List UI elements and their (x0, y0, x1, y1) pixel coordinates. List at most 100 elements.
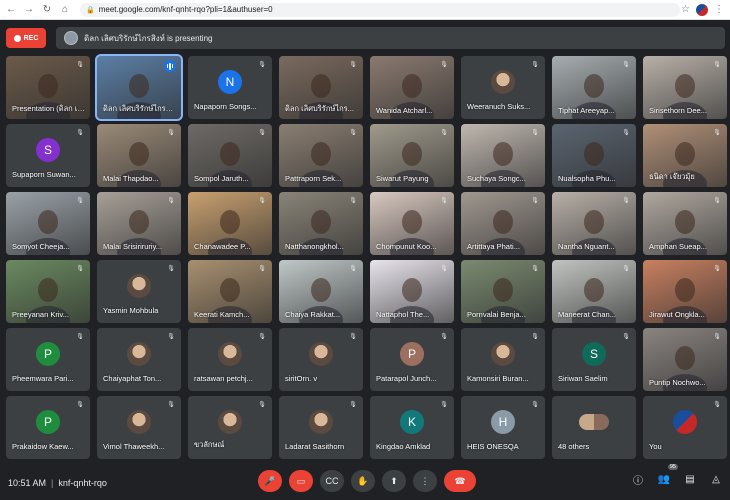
participant-tile[interactable]: 🎙 Tiphat Areeyap... (552, 56, 636, 119)
participant-tile[interactable]: 🎙 Natthanongkhol... (279, 192, 363, 255)
participant-tile[interactable]: 🎙 Sirisethorn Dee... (643, 56, 727, 119)
participant-tile[interactable]: 🎙 Nantha Nguant... (552, 192, 636, 255)
present-button[interactable]: ⬆ (382, 470, 406, 492)
participant-tile[interactable]: 🎙 Yasmin Mohbula (97, 260, 181, 323)
home-icon[interactable]: ⌂ (58, 3, 72, 17)
chat-icon: ▤ (685, 473, 695, 485)
participant-name: Nantha Nguant... (558, 242, 615, 251)
participant-tile[interactable]: 🎙 Amphan Sueap... (643, 192, 727, 255)
participant-tile[interactable]: 🎙 Vimol Thaweekh... (97, 396, 181, 459)
participant-name: Pattraporn Sek... (285, 174, 342, 183)
participant-tile[interactable]: 🎙 Siwarut Payung (370, 124, 454, 187)
browser-menu-icon[interactable]: ⋮ (714, 4, 724, 15)
participant-tile[interactable]: P 🎙 Prakaidow Kaew... (6, 396, 90, 459)
participant-tile[interactable]: 🎙 Chanawadee P... (188, 192, 272, 255)
avatar (127, 410, 151, 434)
more-options-button[interactable]: ⋮ (413, 470, 437, 492)
participant-tile[interactable]: 🎙 Wanida Atcharl... (370, 56, 454, 119)
mic-off-icon: 🎤 (264, 475, 276, 486)
mic-muted-icon: 🎙 (76, 334, 84, 340)
bookmark-star-icon[interactable]: ☆ (681, 4, 690, 15)
participant-tile[interactable]: 🎙 Nattaphol The... (370, 260, 454, 323)
participant-tile[interactable]: 🎙 Kamonsiri Buran... (461, 328, 545, 391)
chat-button[interactable]: ▤ (682, 470, 698, 488)
address-bar[interactable]: 🔒 meet.google.com/knf-qnht-rqo?pli=1&aut… (80, 2, 680, 17)
extension-icon[interactable] (696, 3, 708, 16)
mic-muted-icon: 🎙 (167, 402, 175, 408)
participant-tile[interactable]: 🎙 You (643, 396, 727, 459)
participant-tile[interactable]: 🎙 Pornvalai Benja... (461, 260, 545, 323)
participant-tile[interactable]: N 🎙 Napaporn Songs... (188, 56, 272, 119)
avatar: P (36, 410, 60, 434)
mic-off-button[interactable]: 🎤 (258, 470, 282, 492)
more-icon: ⋮ (420, 475, 430, 486)
participant-tile[interactable]: 🎙 Keerati Kamch... (188, 260, 272, 323)
participant-tile[interactable]: 🎙 Ladarat Sasithorn (279, 396, 363, 459)
participant-tile[interactable]: 🎙 Chaiya Rakkat... (279, 260, 363, 323)
participant-tile[interactable]: 🎙 ธนิดา เจ๊ยวมุ้ย (643, 124, 727, 187)
forward-icon[interactable]: → (22, 3, 36, 17)
participant-tile[interactable]: 🎙 Weeranuch Suks... (461, 56, 545, 119)
mic-muted-icon: 🎙 (167, 266, 175, 272)
mic-muted-icon: 🎙 (258, 334, 266, 340)
avatar (309, 342, 333, 366)
participant-name: Malai Srisiriruriy... (103, 242, 163, 251)
leave-call-button[interactable]: ☎ (444, 470, 476, 492)
participant-name: Napaporn Songs... (194, 102, 257, 111)
participant-tile[interactable]: 🎙 Somyot Cheeja... (6, 192, 90, 255)
participant-name: ดิลก เลิศบริรักษ์ไกร... (285, 104, 354, 113)
participant-tile[interactable]: 🎙 Preeyanan Kriv... (6, 260, 90, 323)
mic-muted-icon: 🎙 (622, 334, 630, 340)
speaking-indicator-icon (164, 60, 176, 72)
participant-tile[interactable]: 🎙 ratsawan petchj... (188, 328, 272, 391)
mic-muted-icon: 🎙 (258, 402, 266, 408)
people-button[interactable]: 👥 95 (656, 464, 678, 488)
participant-tile[interactable]: S 🎙 Supaporn Suwan... (6, 124, 90, 187)
participant-tile[interactable]: P 🎙 Pheemwara Pari... (6, 328, 90, 391)
hangup-icon: ☎ (454, 475, 466, 486)
participant-tile[interactable]: 🎙 Nualsopha Phu... (552, 124, 636, 187)
participant-tile[interactable]: H 🎙 HEIS ONESQA (461, 396, 545, 459)
reload-icon[interactable]: ↻ (40, 3, 54, 17)
participant-tile[interactable]: 🎙 Chompunut Koo... (370, 192, 454, 255)
rec-label: REC (23, 34, 39, 42)
participant-tile[interactable]: 🎙 Chaiyaphat Ton... (97, 328, 181, 391)
participant-tile[interactable]: S 🎙 Siriwan Saelim (552, 328, 636, 391)
captions-button[interactable]: CC (320, 470, 344, 492)
participant-tile[interactable]: 🎙 Malai Thapdao... (97, 124, 181, 187)
activities-button[interactable]: ◬ (708, 470, 724, 488)
camera-off-button[interactable]: ▭ (289, 470, 313, 492)
participant-tile[interactable]: 🎙 Malai Srisiriruriy... (97, 192, 181, 255)
participant-name: Maneerat Chan... (558, 310, 616, 319)
participant-tile[interactable]: 🎙 Presentation (ดิลก เลิศบริรักษ์ไกรสิงห์… (6, 56, 90, 119)
info-button[interactable]: ⓘ (630, 470, 646, 488)
mic-muted-icon: 🎙 (167, 198, 175, 204)
participant-tile[interactable]: ดิลก เลิศบริรักษ์ไกรสิงห์ (95, 54, 183, 121)
meeting-code[interactable]: knf-qnht-rqo (58, 478, 107, 488)
back-icon[interactable]: ← (4, 3, 18, 17)
participant-tile[interactable]: 🎙 siritOrn. v (279, 328, 363, 391)
participant-tile[interactable]: 🎙 Jirawut Ongkla... (643, 260, 727, 323)
participant-name: Kingdao Amklad (376, 442, 431, 451)
avatar (673, 410, 697, 434)
participant-tile[interactable]: 48 others (552, 396, 636, 459)
participant-tile[interactable]: 🎙 ขวลักษณ์ (188, 396, 272, 459)
participant-tile[interactable]: 🎙 Sompol Jaruth... (188, 124, 272, 187)
participant-tile[interactable]: 🎙 Puntip Nochwo... (643, 328, 727, 391)
side-controls: ⓘ 👥 95 ▤ ◬ (630, 464, 724, 488)
participant-tile[interactable]: 🎙 Pattraporn Sek... (279, 124, 363, 187)
mic-muted-icon: 🎙 (76, 402, 84, 408)
mic-muted-icon: 🎙 (713, 266, 721, 272)
mic-muted-icon: 🎙 (349, 62, 357, 68)
participant-tile[interactable]: K 🎙 Kingdao Amklad (370, 396, 454, 459)
avatar: S (36, 138, 60, 162)
participant-name: Yasmin Mohbula (103, 306, 159, 315)
raise-hand-button[interactable]: ✋ (351, 470, 375, 492)
participant-tile[interactable]: 🎙 ดิลก เลิศบริรักษ์ไกร... (279, 56, 363, 119)
participant-name: Sompol Jaruth... (194, 174, 249, 183)
presenting-banner[interactable]: ดิลก เลิศบริรักษ์ไกรสิงห์ is presenting (56, 27, 725, 49)
participant-tile[interactable]: 🎙 Suchaya Songc... (461, 124, 545, 187)
participant-tile[interactable]: P 🎙 Patarapol Junch... (370, 328, 454, 391)
participant-tile[interactable]: 🎙 Maneerat Chan... (552, 260, 636, 323)
participant-tile[interactable]: 🎙 Artittaya Phati... (461, 192, 545, 255)
